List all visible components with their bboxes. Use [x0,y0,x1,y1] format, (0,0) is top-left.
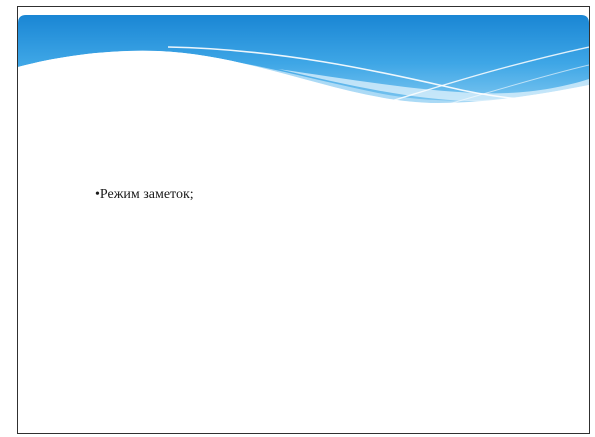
bullet-item-notes-mode: •Режим заметок; [95,187,194,202]
wave-header-graphic [18,15,589,127]
slide: •Режим заметок; [17,6,590,434]
page: •Режим заметок; [0,0,595,437]
